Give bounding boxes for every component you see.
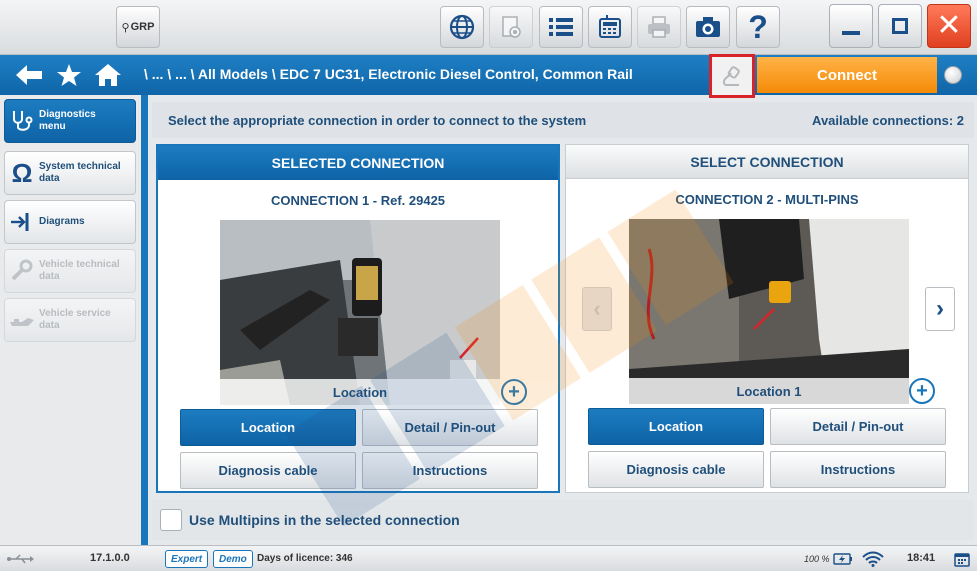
- connection-panel-1[interactable]: SELECTED CONNECTION CONNECTION 1 - Ref. …: [156, 144, 560, 493]
- connection-location-photo[interactable]: Location 1: [629, 219, 909, 404]
- search-icon: ⚲: [121, 21, 130, 34]
- view-document-button[interactable]: [489, 6, 533, 48]
- chevron-right-icon: ›: [936, 295, 944, 322]
- maximize-icon: [892, 18, 908, 34]
- connect-button[interactable]: Connect: [757, 57, 937, 93]
- app-window: ⚲ GRP ? ✕ \ ... \ ... \ All Models \ EDC…: [0, 0, 977, 571]
- detail-pinout-button[interactable]: Detail / Pin-out: [362, 409, 538, 446]
- minimize-button[interactable]: [829, 4, 873, 48]
- list-button[interactable]: [539, 6, 583, 48]
- print-button[interactable]: [637, 6, 681, 48]
- multipins-label[interactable]: Use Multipins in the selected connection: [189, 512, 460, 528]
- close-button[interactable]: ✕: [927, 4, 971, 48]
- clock-time: 18:41: [907, 552, 936, 564]
- printer-icon: [648, 16, 670, 38]
- software-version: 17.1.0.0: [90, 552, 130, 564]
- connection-location-photo[interactable]: Location: [220, 220, 500, 405]
- diagnosis-cable-button[interactable]: Diagnosis cable: [180, 452, 356, 489]
- globe-button[interactable]: [440, 6, 484, 48]
- location-button[interactable]: Location: [180, 409, 356, 446]
- connection-panel-2[interactable]: SELECT CONNECTION CONNECTION 2 - MULTI-P…: [565, 144, 969, 493]
- battery-level: 100 %: [804, 554, 830, 564]
- usb-icon: [7, 554, 34, 564]
- sidebar-item-label: Vehicle technical data: [39, 259, 120, 282]
- wrench-icon: [11, 259, 33, 281]
- zoom-photo-button[interactable]: +: [909, 378, 935, 404]
- disconnect-plug-button[interactable]: [709, 54, 755, 98]
- diagnosis-cable-button[interactable]: Diagnosis cable: [588, 451, 764, 488]
- previous-connection-button[interactable]: ‹: [582, 287, 612, 331]
- available-connections-count: Available connections: 2: [812, 113, 964, 128]
- instructions-button[interactable]: Instructions: [770, 451, 946, 488]
- top-toolbar: ⚲ GRP ? ✕: [0, 0, 977, 55]
- multipins-checkbox[interactable]: [160, 509, 182, 531]
- sidebar-item-label: Diagrams: [39, 216, 85, 227]
- oil-can-icon: [10, 318, 34, 326]
- connection-status-indicator: [944, 66, 962, 84]
- plus-icon: +: [508, 381, 520, 403]
- help-icon: ?: [748, 9, 768, 45]
- sidebar-item-label: Diagnostics menu: [39, 109, 96, 132]
- chevron-left-icon: ‹: [593, 296, 601, 321]
- connection-instructions-bar: Select the appropriate connection in ord…: [152, 102, 974, 138]
- expert-mode-badge[interactable]: Expert: [165, 550, 209, 568]
- calculator-icon: [599, 15, 621, 38]
- sidebar-item-label: System technical data: [39, 161, 121, 184]
- panel-header: SELECTED CONNECTION: [158, 146, 558, 180]
- grp-label: GRP: [130, 21, 155, 33]
- screenshot-button[interactable]: [686, 6, 730, 48]
- stethoscope-icon: [13, 111, 33, 131]
- sidebar-item-vehicle-service-data: Vehicle service data: [4, 298, 136, 342]
- demo-mode-badge[interactable]: Demo: [213, 550, 253, 568]
- location-button[interactable]: Location: [588, 408, 764, 445]
- detail-pinout-button[interactable]: Detail / Pin-out: [770, 408, 946, 445]
- back-arrow-icon[interactable]: [14, 63, 44, 87]
- sidebar-item-diagrams[interactable]: Diagrams: [4, 200, 136, 244]
- camera-icon: [696, 17, 720, 37]
- home-icon[interactable]: [94, 63, 122, 87]
- maximize-button[interactable]: [878, 4, 922, 48]
- plug-icon: [722, 66, 740, 86]
- instruction-text: Select the appropriate connection in ord…: [168, 113, 587, 128]
- calculator-button[interactable]: [588, 6, 632, 48]
- connection-title: CONNECTION 1 - Ref. 29425: [270, 193, 446, 208]
- status-bar: 17.1.0.0 Expert Demo Days of licence: 34…: [0, 545, 977, 571]
- grp-button[interactable]: ⚲ GRP: [116, 6, 160, 48]
- sidebar-divider: [141, 95, 148, 545]
- connection-title: CONNECTION 2 - MULTI-PINS: [675, 192, 859, 207]
- omega-icon: Ω: [11, 157, 33, 188]
- globe-icon: [449, 14, 475, 40]
- instructions-button[interactable]: Instructions: [362, 452, 538, 489]
- minimize-icon: [842, 31, 860, 35]
- wifi-icon: [862, 551, 884, 567]
- panel-header: SELECT CONNECTION: [566, 145, 968, 179]
- sidebar: Diagnostics menu Ω System technical data…: [0, 95, 148, 545]
- help-button[interactable]: ?: [736, 6, 780, 48]
- list-icon: [549, 18, 573, 36]
- battery-charging-icon: [833, 553, 852, 565]
- sidebar-item-diagnostics-menu[interactable]: Diagnostics menu: [4, 99, 136, 143]
- next-connection-button[interactable]: ›: [925, 287, 955, 331]
- licence-days: Days of licence: 346: [257, 553, 353, 564]
- plus-icon: +: [916, 380, 928, 402]
- vehicle-interior-image: [220, 220, 500, 405]
- diagram-icon: [11, 213, 29, 231]
- zoom-photo-button[interactable]: +: [501, 379, 527, 405]
- vehicle-floor-image: [629, 219, 909, 404]
- sidebar-item-vehicle-technical-data: Vehicle technical data: [4, 249, 136, 293]
- calendar-icon[interactable]: [954, 551, 970, 567]
- eye-doc-icon: [502, 16, 521, 38]
- close-icon: ✕: [936, 9, 962, 42]
- star-icon[interactable]: [56, 63, 82, 87]
- breadcrumb: \ ... \ ... \ All Models \ EDC 7 UC31, E…: [144, 66, 633, 82]
- photo-caption: Location 1: [629, 378, 909, 404]
- multipins-option-row: Use Multipins in the selected connection: [152, 500, 974, 540]
- sidebar-item-label: Vehicle service data: [39, 308, 111, 331]
- photo-caption: Location: [220, 379, 500, 405]
- sidebar-item-system-technical-data[interactable]: Ω System technical data: [4, 151, 136, 195]
